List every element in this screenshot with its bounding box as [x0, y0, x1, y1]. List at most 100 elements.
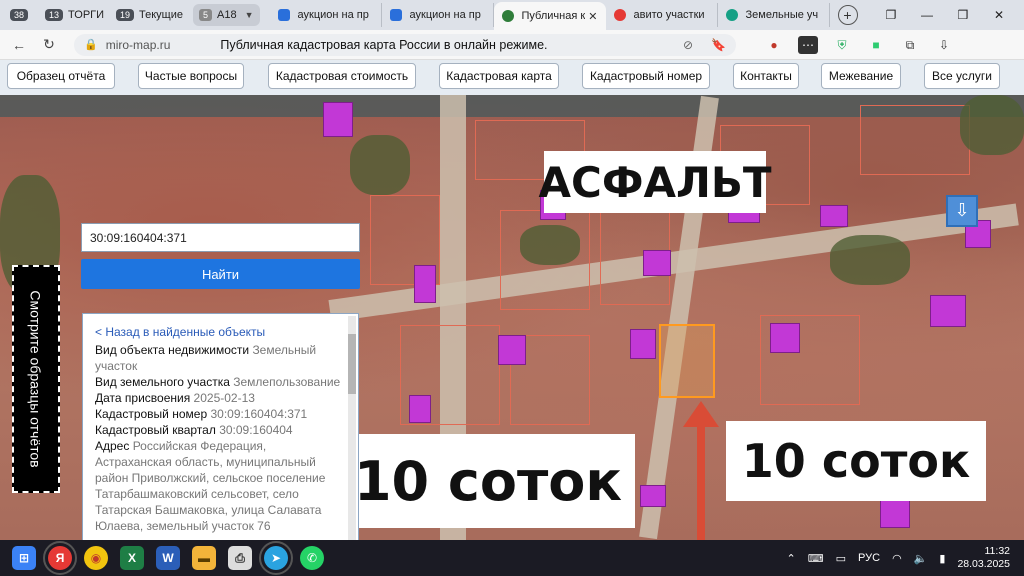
extensions-icon[interactable]: ⧉	[900, 36, 920, 54]
building	[414, 265, 436, 303]
nav-sample-report[interactable]: Образец отчёта	[7, 63, 115, 89]
nav-land-survey[interactable]: Межевание	[821, 63, 901, 89]
tabs-counter[interactable]: 38	[4, 4, 39, 26]
extension-green-icon[interactable]: ■	[866, 36, 886, 54]
tab-group-label: ТОРГИ	[68, 9, 105, 21]
tab-land[interactable]: Земельные уч	[718, 3, 830, 27]
chevron-up-icon[interactable]: ⌃	[787, 552, 796, 565]
cadastral-search-input[interactable]	[81, 223, 360, 252]
word-icon[interactable]: W	[156, 546, 180, 570]
favicon-icon	[277, 9, 290, 21]
yandex-browser-icon[interactable]: Я	[43, 541, 77, 575]
nav-cadastral-map[interactable]: Кадастровая карта	[439, 63, 559, 89]
tab-group-label: Текущие	[139, 9, 183, 21]
extension-avatar-icon[interactable]: ●	[764, 36, 784, 54]
tab-label: аукцион на пр	[297, 9, 369, 21]
arrow-shaft	[697, 425, 705, 540]
site-nav: Образец отчёта Частые вопросы Кадастрова…	[0, 60, 1024, 95]
restore-icon[interactable]: ❒	[952, 8, 974, 22]
nav-contacts[interactable]: Контакты	[733, 63, 799, 89]
sample-reports-banner[interactable]: Смотрите образцы отчётов	[12, 265, 60, 493]
download-icon[interactable]: ⇩	[934, 36, 954, 54]
tab-group-count: 13	[45, 9, 64, 21]
nav-cadastral-value[interactable]: Кадастровая стоимость	[268, 63, 416, 89]
building	[498, 335, 526, 365]
selected-land-plot[interactable]	[659, 324, 715, 398]
excel-icon[interactable]: X	[120, 546, 144, 570]
clock-date: 28.03.2025	[957, 558, 1010, 570]
tab-auction-1[interactable]: аукцион на пр	[270, 3, 382, 27]
start-icon[interactable]: ⊞	[12, 546, 36, 570]
back-to-results-link[interactable]: < Назад в найденные объекты	[95, 324, 342, 340]
tab-group-current[interactable]: 19 Текущие	[110, 4, 189, 26]
info-row: Дата присвоения 2025-02-13	[95, 391, 255, 405]
building	[409, 395, 431, 423]
tab-public-map[interactable]: Публичная к ✕	[493, 2, 606, 30]
printer-icon[interactable]: ⎙	[228, 546, 252, 570]
tree	[350, 135, 410, 195]
whatsapp-icon[interactable]: ✆	[300, 546, 324, 570]
chevron-down-icon: ▼	[244, 10, 254, 20]
search-button[interactable]: Найти	[81, 259, 360, 289]
window-controls: ❐ — ❒ ✕	[880, 8, 1024, 22]
tab-auction-2[interactable]: аукцион на пр	[382, 3, 494, 27]
clock-time: 11:32	[984, 545, 1011, 557]
back-arrow-icon[interactable]: ←	[8, 37, 30, 53]
tree	[830, 235, 910, 285]
area-label-right: 10 соток	[726, 421, 986, 501]
reload-icon[interactable]: ↻	[38, 36, 60, 53]
building	[323, 102, 353, 137]
no-camera-icon[interactable]: ⊘	[683, 38, 693, 52]
building	[630, 329, 656, 359]
scrollbar-thumb[interactable]	[348, 334, 356, 394]
shield-icon[interactable]: ⛨	[832, 36, 852, 54]
area-label-left: 10 соток	[341, 434, 635, 528]
telegram-icon[interactable]: ➤	[259, 541, 293, 575]
info-row: Кадастровый номер 30:09:160404:371	[95, 407, 308, 421]
language-indicator[interactable]: РУС	[858, 552, 880, 564]
keyboard-icon[interactable]: ⌨	[808, 552, 824, 565]
arrow-up-icon	[683, 401, 719, 427]
browser-tab-strip: 38 13 ТОРГИ 19 Текущие 5 А18 ▼ аукцион н…	[0, 0, 1024, 30]
chrome-icon[interactable]: ◉	[84, 546, 108, 570]
nav-cadastral-number[interactable]: Кадастровый номер	[582, 63, 710, 89]
building	[930, 295, 966, 327]
nav-all-services[interactable]: Все услуги	[924, 63, 1000, 89]
download-arrow-icon[interactable]: ⇩	[946, 195, 978, 227]
info-row: Вид земельного участка Землепользование	[95, 375, 341, 389]
object-info-panel: < Назад в найденные объекты Вид объекта …	[82, 313, 359, 543]
tab-avito[interactable]: авито участки	[606, 3, 718, 27]
yandex-icon	[613, 9, 626, 21]
nav-faq[interactable]: Частые вопросы	[138, 63, 244, 89]
new-tab-button[interactable]: +	[837, 5, 858, 25]
tab-label: Публичная к	[521, 10, 586, 22]
bookmark-icon[interactable]: 🔖	[711, 38, 726, 52]
tab-label: Земельные уч	[745, 9, 819, 21]
battery-icon[interactable]: ▮	[939, 552, 945, 565]
minimize-icon[interactable]: —	[916, 8, 938, 22]
building	[880, 500, 910, 528]
favicon-icon	[389, 9, 402, 21]
windows-taskbar: ⊞ Я ◉ X W ▬ ⎙ ➤ ✆ ⌃ ⌨ ▭ РУС ◠ 🔈 ▮ 11:32 …	[0, 540, 1024, 576]
tabs-menu-icon[interactable]: ❐	[880, 8, 902, 22]
volume-icon[interactable]: 🔈	[914, 552, 928, 565]
folder-icon[interactable]: ▬	[192, 546, 216, 570]
close-window-icon[interactable]: ✕	[988, 8, 1010, 22]
info-row: Адрес Российская Федерация, Астраханская…	[95, 439, 326, 533]
tab-group-torgi[interactable]: 13 ТОРГИ	[39, 4, 110, 26]
close-icon[interactable]: ✕	[588, 10, 597, 23]
page-title: Публичная кадастровая карта России в онл…	[220, 37, 548, 52]
url-field[interactable]: 🔒 miro-map.ru Публичная кадастровая карт…	[74, 33, 736, 56]
tree	[520, 225, 580, 265]
map-pin-icon	[501, 10, 514, 22]
tab-group-a18[interactable]: 5 А18 ▼	[193, 4, 260, 26]
extension-dots-icon[interactable]: ⋯	[798, 35, 818, 54]
wifi-icon[interactable]: ◠	[892, 552, 902, 565]
building	[770, 323, 800, 353]
tab-group-label: А18	[217, 9, 237, 21]
asphalt-label: АСФАЛЬТ	[538, 151, 772, 213]
display-icon[interactable]: ▭	[836, 552, 846, 565]
tree	[960, 95, 1024, 155]
system-tray: ⌃ ⌨ ▭ РУС ◠ 🔈 ▮ 11:32 28.03.2025	[787, 545, 1024, 571]
clock[interactable]: 11:32 28.03.2025	[957, 545, 1010, 571]
